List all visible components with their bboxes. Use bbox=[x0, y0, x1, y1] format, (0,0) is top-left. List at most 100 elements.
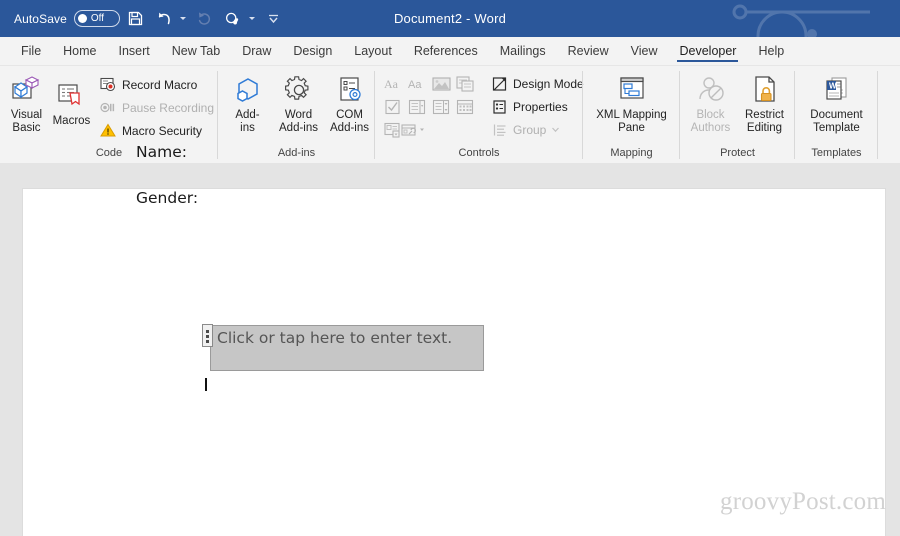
word-window: AutoSave Off Document2 - Word File Home … bbox=[0, 0, 900, 536]
block-authors-label-line1: Block bbox=[696, 109, 725, 121]
right-rail bbox=[894, 163, 900, 536]
com-addins-button[interactable]: COM Add-ins bbox=[324, 70, 375, 135]
restrict-editing-icon bbox=[750, 73, 780, 107]
gear-icon bbox=[283, 73, 315, 107]
group-separator bbox=[877, 71, 878, 159]
visual-basic-label-line2: Basic bbox=[12, 122, 41, 134]
content-control-placeholder: Click or tap here to enter text. bbox=[217, 329, 453, 347]
document-template-label-line1: Document bbox=[810, 109, 863, 121]
check-box-content-control-icon bbox=[382, 96, 404, 117]
design-mode-button[interactable]: Design Mode bbox=[491, 73, 588, 94]
group-label-templates: Templates bbox=[811, 147, 862, 159]
text-cursor bbox=[205, 378, 207, 391]
properties-label: Properties bbox=[513, 99, 568, 114]
tab-developer[interactable]: Developer bbox=[668, 37, 747, 65]
tab-layout[interactable]: Layout bbox=[343, 37, 403, 65]
content-controls-gallery: Aa Aa bbox=[375, 68, 481, 141]
record-macro-icon bbox=[100, 76, 117, 93]
block-authors-label-line2: Authors bbox=[690, 122, 731, 134]
touch-mode-chevron-down-icon[interactable] bbox=[247, 6, 258, 32]
group-label: Group bbox=[513, 122, 547, 137]
pause-recording-label: Pause Recording bbox=[121, 100, 214, 115]
controls-small-commands: Design Mode Properties Group bbox=[491, 68, 588, 140]
legacy-tools-icon bbox=[400, 119, 435, 140]
restrict-editing-button[interactable]: Restrict Editing bbox=[738, 70, 792, 135]
building-block-gallery-content-control-icon bbox=[454, 73, 476, 94]
visual-basic-label-line1: Visual bbox=[10, 109, 43, 121]
code-small-commands: Record Macro Pause Recording Macro Secur… bbox=[100, 70, 218, 141]
properties-button[interactable]: Properties bbox=[491, 96, 588, 117]
document-text-gender: Gender: bbox=[136, 189, 199, 207]
plain-text-content-control-icon: Aa bbox=[406, 73, 428, 94]
pause-recording-button: Pause Recording bbox=[100, 97, 218, 118]
macros-label: Macros bbox=[52, 115, 91, 127]
xml-mapping-pane-icon bbox=[617, 73, 647, 107]
tab-review[interactable]: Review bbox=[557, 37, 620, 65]
com-addins-label-line2: Add-ins bbox=[330, 122, 369, 134]
word-addins-label-line2: Add-ins bbox=[279, 122, 318, 134]
group-label-addins: Add-ins bbox=[277, 147, 316, 159]
touch-mode-icon[interactable] bbox=[221, 6, 247, 32]
tab-help[interactable]: Help bbox=[747, 37, 795, 65]
block-authors-icon bbox=[695, 73, 727, 107]
xml-mapping-pane-label-line2: Pane bbox=[618, 122, 645, 134]
com-addins-label-line1: COM bbox=[336, 109, 363, 121]
tab-insert[interactable]: Insert bbox=[108, 37, 161, 65]
warning-triangle-icon bbox=[100, 122, 117, 139]
group-icon bbox=[491, 121, 508, 138]
design-mode-label: Design Mode bbox=[513, 76, 584, 91]
plain-text-content-control[interactable]: Click or tap here to enter text. bbox=[202, 324, 484, 371]
group-chevron-down-icon bbox=[551, 123, 560, 137]
svg-text:W: W bbox=[829, 82, 837, 91]
macros-icon bbox=[55, 79, 87, 113]
tab-design[interactable]: Design bbox=[282, 37, 343, 65]
macro-security-button[interactable]: Macro Security bbox=[100, 120, 218, 141]
autosave-state-label: Off bbox=[90, 12, 104, 24]
visual-basic-button[interactable]: Visual Basic bbox=[4, 70, 49, 135]
addins-button[interactable]: Add- ins bbox=[222, 70, 273, 135]
undo-icon[interactable] bbox=[152, 6, 178, 32]
tab-view[interactable]: View bbox=[620, 37, 669, 65]
restrict-editing-label-line2: Editing bbox=[746, 122, 783, 134]
group-label-mapping: Mapping bbox=[610, 147, 653, 159]
tab-file[interactable]: File bbox=[10, 37, 52, 65]
com-addins-icon bbox=[334, 73, 366, 107]
svg-text:Aa: Aa bbox=[384, 77, 399, 91]
autosave-label: AutoSave bbox=[14, 11, 67, 26]
ribbon-group-controls: Aa Aa Design Mode Properties Group Contr… bbox=[375, 66, 584, 163]
title-bar: AutoSave Off Document2 - Word bbox=[0, 0, 900, 37]
customize-quick-access-toolbar-icon[interactable] bbox=[261, 6, 287, 32]
autosave-toggle[interactable]: Off bbox=[73, 10, 120, 27]
xml-mapping-pane-button[interactable]: XML Mapping Pane bbox=[586, 70, 678, 135]
addins-label-line1: Add- bbox=[235, 109, 260, 121]
tab-mailings[interactable]: Mailings bbox=[489, 37, 557, 65]
document-template-icon: W bbox=[822, 73, 852, 107]
document-template-label-line2: Template bbox=[813, 122, 860, 134]
word-addins-button[interactable]: Word Add-ins bbox=[273, 70, 324, 135]
tab-home[interactable]: Home bbox=[52, 37, 107, 65]
tab-new-tab[interactable]: New Tab bbox=[161, 37, 231, 65]
document-template-button[interactable]: W Document Template bbox=[798, 70, 876, 135]
ribbon-group-templates: W Document Template Templates bbox=[795, 66, 878, 163]
ribbon-group-protect: Block Authors Restrict Editing Protect bbox=[680, 66, 795, 163]
visual-basic-icon bbox=[10, 73, 42, 107]
word-addins-label-line1: Word bbox=[284, 109, 313, 121]
content-control-drag-handle[interactable] bbox=[202, 324, 213, 347]
save-icon[interactable] bbox=[123, 6, 149, 32]
xml-mapping-pane-label-line1: XML Mapping bbox=[596, 109, 667, 121]
ribbon: Visual Basic Macros Record Macro Pause R… bbox=[0, 66, 900, 164]
pause-recording-icon bbox=[100, 99, 117, 116]
tab-draw[interactable]: Draw bbox=[231, 37, 282, 65]
redo-icon bbox=[192, 6, 218, 32]
rich-text-content-control-icon: Aa bbox=[382, 73, 404, 94]
macros-button[interactable]: Macros bbox=[49, 70, 94, 128]
tab-references[interactable]: References bbox=[403, 37, 489, 65]
svg-text:Aa: Aa bbox=[408, 79, 422, 91]
autosave-toggle-knob bbox=[77, 14, 87, 23]
record-macro-label: Record Macro bbox=[121, 77, 198, 92]
ribbon-group-addins: Add- ins Word Add-ins COM Add-ins Add-in… bbox=[218, 66, 375, 163]
restrict-editing-label-line1: Restrict bbox=[745, 109, 784, 121]
addins-label-line2: ins bbox=[240, 122, 255, 134]
undo-dropdown-chevron-down-icon[interactable] bbox=[178, 6, 189, 32]
record-macro-button[interactable]: Record Macro bbox=[100, 74, 218, 95]
